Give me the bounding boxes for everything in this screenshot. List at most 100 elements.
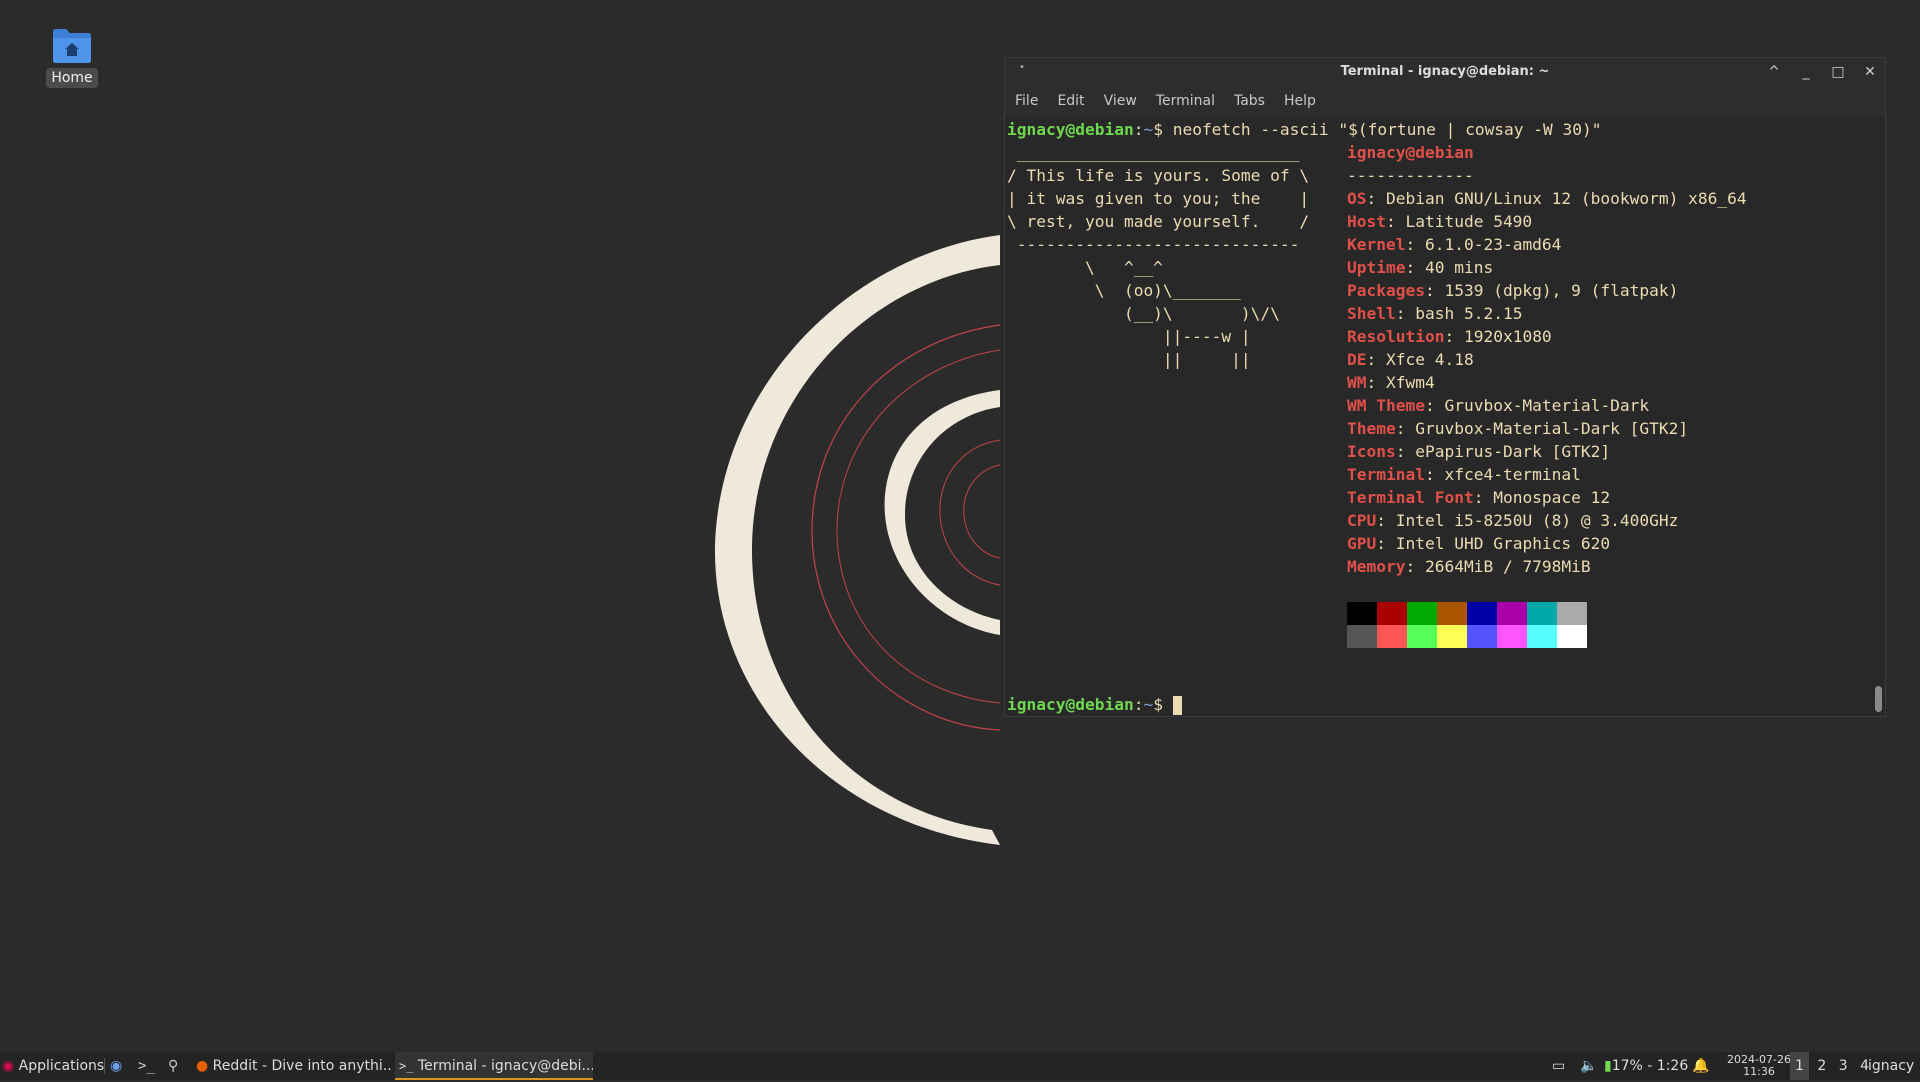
task-reddit[interactable]: ● Reddit - Dive into anythi... [196, 1052, 392, 1080]
desktop-icon-home[interactable]: Home [44, 26, 100, 88]
menu-terminal[interactable]: Terminal [1156, 93, 1215, 109]
notification-bell-icon[interactable]: 🔔 [1692, 1052, 1709, 1080]
maximize-icon[interactable]: □ [1827, 62, 1849, 82]
active-prompt-line[interactable]: ignacy@debian:~$ [1007, 693, 1182, 716]
cowsay-line: | it was given to you; the | [1007, 189, 1310, 208]
volume-icon[interactable]: 🔈 [1580, 1052, 1597, 1080]
taskbar: ◉ Applications ◉ >_ ⚲ ● Reddit - Dive in… [0, 1052, 1920, 1080]
cowsay-line: (__)\ )\/\ [1007, 304, 1280, 323]
battery-indicator[interactable]: ▮17% - 1:26 [1604, 1052, 1688, 1080]
color-swatch [1527, 602, 1557, 625]
task-label: Reddit - Dive into anythi... [212, 1058, 392, 1074]
terminal-scrollbar[interactable] [1871, 118, 1885, 716]
firefox-icon: ● [196, 1058, 209, 1074]
color-swatch [1437, 602, 1467, 625]
prompt-path: ~ [1143, 120, 1154, 139]
task-terminal[interactable]: >_ Terminal - ignacy@debi... [395, 1052, 593, 1080]
cowsay-line: ----------------------------- [1007, 235, 1300, 254]
color-swatch [1407, 625, 1437, 648]
cowsay-line: || || [1007, 350, 1251, 369]
display-icon[interactable]: ▭ [1552, 1052, 1565, 1080]
desktop-icon-label: Home [46, 68, 98, 88]
task-label: Terminal - ignacy@debi... [417, 1058, 593, 1074]
info-icons: Icons: ePapirus-Dark [GTK2] [1347, 442, 1611, 461]
prompt-user: ignacy@debian [1007, 695, 1134, 714]
info-os: OS: Debian GNU/Linux 12 (bookworm) x86_6… [1347, 189, 1747, 208]
pin-icon[interactable]: ⚲ [168, 1052, 178, 1080]
color-swatch [1347, 602, 1377, 625]
terminal-icon: >_ [399, 1059, 414, 1073]
info-uptime: Uptime: 40 mins [1347, 258, 1494, 277]
info-wm: WM: Xfwm4 [1347, 373, 1435, 392]
info-terminal-font: Terminal Font: Monospace 12 [1347, 488, 1611, 507]
terminal-menubar: File Edit View Terminal Tabs Help [1005, 86, 1885, 116]
info-cpu: CPU: Intel i5-8250U (8) @ 3.400GHz [1347, 511, 1679, 530]
info-de: DE: Xfce 4.18 [1347, 350, 1474, 369]
command-text: neofetch --ascii "$(fortune | cowsay -W … [1172, 120, 1602, 139]
info-resolution: Resolution: 1920x1080 [1347, 327, 1552, 346]
applications-menu-button[interactable]: ◉ Applications [2, 1052, 104, 1080]
info-theme: Theme: Gruvbox-Material-Dark [GTK2] [1347, 419, 1689, 438]
battery-status: 17% - 1:26 [1611, 1058, 1689, 1074]
window-title: Terminal - ignacy@debian: ~ [1340, 64, 1550, 79]
info-host: Host: Latitude 5490 [1347, 212, 1533, 231]
clock-time: 11:36 [1743, 1065, 1775, 1078]
info-shell: Shell: bash 5.2.15 [1347, 304, 1523, 323]
menu-view[interactable]: View [1104, 93, 1137, 109]
menu-tabs[interactable]: Tabs [1234, 93, 1265, 109]
prompt-symbol: $ [1153, 695, 1163, 714]
terminal-window[interactable]: • Terminal - ignacy@debian: ~ ^ _ □ ✕ Fi… [1004, 57, 1886, 717]
minimize-icon[interactable]: _ [1795, 62, 1817, 82]
shade-icon[interactable]: ^ [1763, 62, 1785, 82]
cowsay-line: \ ^__^ [1007, 258, 1163, 277]
info-memory: Memory: 2664MiB / 7798MiB [1347, 557, 1591, 576]
terminal-color-palette [1347, 602, 1587, 648]
color-swatch [1467, 625, 1497, 648]
workspace-1[interactable]: 1 [1790, 1052, 1809, 1080]
separator [104, 1058, 105, 1074]
cowsay-line: \ rest, you made yourself. / [1007, 212, 1310, 231]
info-gpu: GPU: Intel UHD Graphics 620 [1347, 534, 1611, 553]
clock[interactable]: 2024-07-26 11:36 [1718, 1052, 1800, 1082]
cowsay-line: ||----w | [1007, 327, 1251, 346]
terminal-launcher-icon[interactable]: >_ [138, 1052, 155, 1080]
close-icon[interactable]: ✕ [1859, 62, 1881, 82]
color-swatch [1377, 602, 1407, 625]
user-name[interactable]: ignacy [1868, 1052, 1914, 1080]
prompt-path: ~ [1143, 695, 1154, 714]
color-swatch [1347, 625, 1377, 648]
info-wm-theme: WM Theme: Gruvbox-Material-Dark [1347, 396, 1650, 415]
battery-icon: ▮ [1604, 1058, 1612, 1074]
neofetch-header: ignacy@debian [1347, 143, 1474, 162]
command-line: ignacy@debian:~$ neofetch --ascii "$(for… [1007, 120, 1602, 139]
window-titlebar[interactable]: • Terminal - ignacy@debian: ~ ^ _ □ ✕ [1005, 58, 1885, 86]
workspace-2[interactable]: 2 [1813, 1058, 1830, 1074]
text-cursor [1172, 696, 1182, 715]
info-kernel: Kernel: 6.1.0-23-amd64 [1347, 235, 1562, 254]
menu-edit[interactable]: Edit [1057, 93, 1084, 109]
prompt-user: ignacy@debian [1007, 120, 1134, 139]
debian-logo-icon: ◉ [2, 1058, 15, 1074]
home-folder-icon [51, 26, 93, 64]
color-swatch [1497, 625, 1527, 648]
workspace-3[interactable]: 3 [1835, 1058, 1852, 1074]
cowsay-line: \ (oo)\_______ [1007, 281, 1241, 300]
cowsay-line: _____________________________ [1007, 143, 1300, 162]
menu-help[interactable]: Help [1284, 93, 1316, 109]
terminal-output[interactable]: ignacy@debian:~$ neofetch --ascii "$(for… [1005, 118, 1871, 716]
scrollbar-thumb[interactable] [1875, 686, 1882, 712]
applications-label: Applications [18, 1058, 105, 1074]
color-swatch [1497, 602, 1527, 625]
menu-file[interactable]: File [1015, 93, 1038, 109]
neofetch-separator: ------------- [1347, 166, 1474, 185]
color-swatch [1557, 625, 1587, 648]
color-swatch [1557, 602, 1587, 625]
color-swatch [1437, 625, 1467, 648]
prompt-symbol: $ [1153, 120, 1163, 139]
color-swatch [1467, 602, 1497, 625]
browser-launcher-icon[interactable]: ◉ [110, 1052, 122, 1080]
cowsay-line: / This life is yours. Some of \ [1007, 166, 1310, 185]
debian-swirl-wallpaper [714, 235, 1001, 845]
info-terminal: Terminal: xfce4-terminal [1347, 465, 1581, 484]
info-packages: Packages: 1539 (dpkg), 9 (flatpak) [1347, 281, 1679, 300]
